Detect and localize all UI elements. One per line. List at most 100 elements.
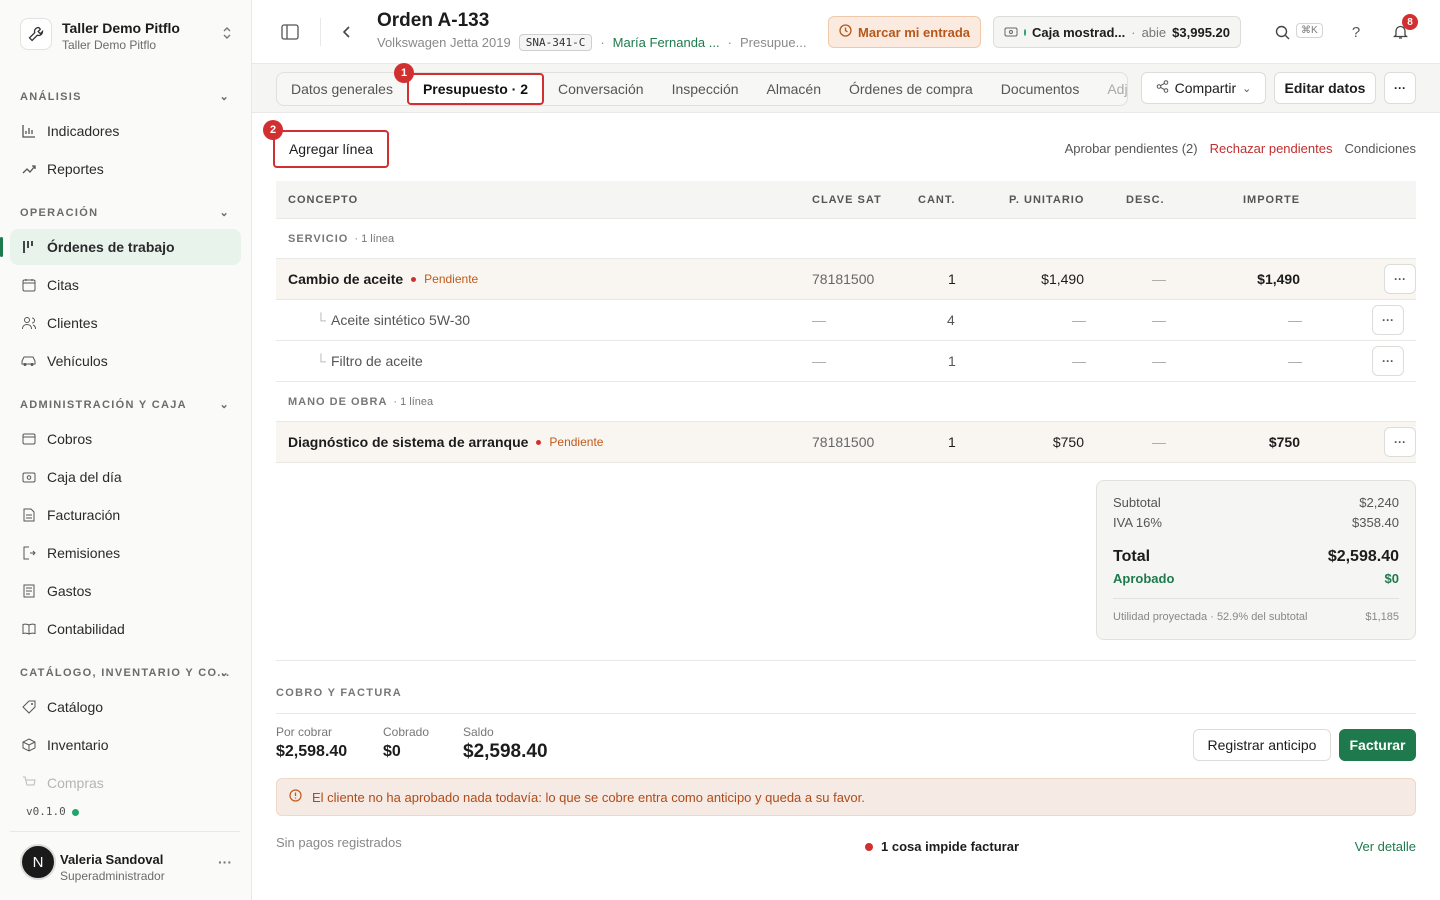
calendar-icon [20,277,37,294]
por-cobrar-value: $2,598.40 [276,743,348,760]
app-version: v0.1.0 [26,805,79,818]
sidebar-item-compras[interactable]: Compras [10,765,241,801]
row-menu-button[interactable]: ··· [1372,346,1404,376]
help-icon[interactable]: ? [1346,22,1366,42]
table-row[interactable]: Diagnóstico de sistema de arranque Pendie… [276,422,1416,463]
sidebar-item-indicadores[interactable]: Indicadores [10,113,241,149]
step-marker-2: 2 [263,120,283,140]
user-name: Valeria Sandoval [60,852,164,867]
cash-register-selector[interactable]: Caja mostrad... · abie $3,995.20 [993,16,1241,48]
saldo-value: $2,598.40 [463,741,548,762]
sidebar-item-inventario[interactable]: Inventario [10,727,241,763]
sidebar-item-contabilidad[interactable]: Contabilidad [10,611,241,647]
budget-panel: Agregar línea Aprobar pendientes (2) Rec… [252,113,1440,900]
invoice-icon [20,507,37,524]
tab-adjuntos[interactable]: Adjun [1093,73,1127,105]
invoice-button[interactable]: Facturar [1339,729,1416,761]
wallet-icon [20,431,37,448]
table-row[interactable]: └ Aceite sintético 5W-30 — 4 — — — ··· [276,300,1416,341]
sidebar-item-cobros[interactable]: Cobros [10,421,241,457]
user-menu[interactable]: N Valeria Sandoval Superadministrador ··… [10,831,240,891]
book-icon [20,621,37,638]
workspace-switcher[interactable]: Taller Demo Pitflo Taller Demo Pitflo [20,14,236,54]
sidebar-item-vehiculos[interactable]: Vehículos [10,343,241,379]
avatar: N [20,844,56,880]
nav-section-operacion[interactable]: OPERACIÓN ⌄ [20,207,232,219]
row-menu-button[interactable]: ··· [1384,427,1416,457]
clock-icon [839,24,852,40]
tab-almacen[interactable]: Almacén [753,73,835,105]
back-icon[interactable] [337,22,357,42]
kanban-icon [20,239,37,256]
sidebar-item-clientes[interactable]: Clientes [10,305,241,341]
warning-circle-icon [289,789,302,805]
sidebar-item-remisiones[interactable]: Remisiones [10,535,241,571]
sidebar-item-catalogo[interactable]: Catálogo [10,689,241,725]
tab-conversacion[interactable]: Conversación [544,73,658,105]
export-icon [20,545,37,562]
tab-inspeccion[interactable]: Inspección [658,73,753,105]
sidebar-item-ordenes[interactable]: Órdenes de trabajo [0,229,241,265]
trend-icon [20,161,37,178]
approve-pending-link[interactable]: Aprobar pendientes (2) [1065,141,1198,156]
share-icon [1156,80,1169,96]
tabs-bar: Datos generales Presupuesto · 2 Conversa… [252,64,1440,113]
nav-section-catalogo[interactable]: CATÁLOGO, INVENTARIO Y CO... ⌄ [20,667,232,679]
box-icon [20,737,37,754]
order-stage: Presupue... [739,35,807,50]
edit-data-button[interactable]: Editar datos [1274,72,1376,104]
shortcut-hint: ⌘K [1296,23,1323,38]
notification-badge: 8 [1402,14,1418,30]
share-button[interactable]: Compartir ⌄ [1141,72,1266,104]
group-row-servicio: SERVICIO · 1 línea [276,219,1416,259]
chevron-down-icon: ⌄ [219,399,230,411]
nav-section-analisis[interactable]: ANÁLISIS ⌄ [20,91,232,103]
nav-section-admin[interactable]: ADMINISTRACIÓN Y CAJA ⌄ [20,399,232,411]
user-role: Superadministrador [60,869,165,883]
sidebar-item-facturacion[interactable]: Facturación [10,497,241,533]
more-icon[interactable]: ··· [218,854,232,870]
register-advance-button[interactable]: Registrar anticipo [1193,729,1331,761]
tab-presupuesto[interactable]: Presupuesto · 2 [406,73,544,105]
more-actions-button[interactable]: ··· [1384,72,1416,104]
workspace-sub: Taller Demo Pitflo [62,38,157,52]
sidebar-item-reportes[interactable]: Reportes [10,151,241,187]
page-title: Orden A-133 [377,10,490,31]
sidebar-item-citas[interactable]: Citas [10,267,241,303]
cash-icon [20,469,37,486]
chevron-updown-icon [222,26,232,43]
receipt-icon [20,583,37,600]
search-icon[interactable] [1272,22,1292,42]
mark-entry-button[interactable]: Marcar mi entrada [828,16,981,48]
chevron-down-icon: ⌄ [219,667,230,679]
table-row[interactable]: └ Filtro de aceite — 1 — — — ··· [276,341,1416,382]
tag-icon [20,699,37,716]
view-detail-link[interactable]: Ver detalle [1355,839,1416,854]
sidebar-toggle-icon[interactable] [280,22,300,42]
row-menu-button[interactable]: ··· [1372,305,1404,335]
cart-icon [20,775,37,792]
conditions-link[interactable]: Condiciones [1344,141,1416,156]
wrench-icon [20,18,52,50]
cobrado-value: $0 [383,743,401,760]
chevron-down-icon: ⌄ [1242,82,1252,95]
table-row[interactable]: Cambio de aceite Pendiente 78181500 1 $1,… [276,259,1416,300]
chevron-down-icon: ⌄ [219,207,230,219]
chevron-down-icon: ⌄ [219,91,230,103]
budget-table: CONCEPTO CLAVE SAT CANT. P. UNITARIO DES… [276,181,1416,463]
table-header: CONCEPTO CLAVE SAT CANT. P. UNITARIO DES… [276,181,1416,219]
client-link[interactable]: María Fernanda ... [613,35,720,50]
row-menu-button[interactable]: ··· [1384,264,1416,294]
sidebar-item-caja[interactable]: Caja del día [10,459,241,495]
tab-datos-generales[interactable]: Datos generales [277,73,407,105]
status-badge: Pendiente [411,272,478,286]
status-badge: Pendiente [536,435,603,449]
invoice-blocker: 1 cosa impide facturar [865,839,1019,854]
add-line-button[interactable]: Agregar línea [273,130,389,168]
budget-actions: Aprobar pendientes (2) Rechazar pendient… [1065,141,1416,156]
sidebar-item-gastos[interactable]: Gastos [10,573,241,609]
tab-documentos[interactable]: Documentos [987,73,1094,105]
status-dot-icon [1024,28,1027,36]
reject-pending-link[interactable]: Rechazar pendientes [1210,141,1333,156]
tab-ordenes-compra[interactable]: Órdenes de compra [835,73,987,105]
